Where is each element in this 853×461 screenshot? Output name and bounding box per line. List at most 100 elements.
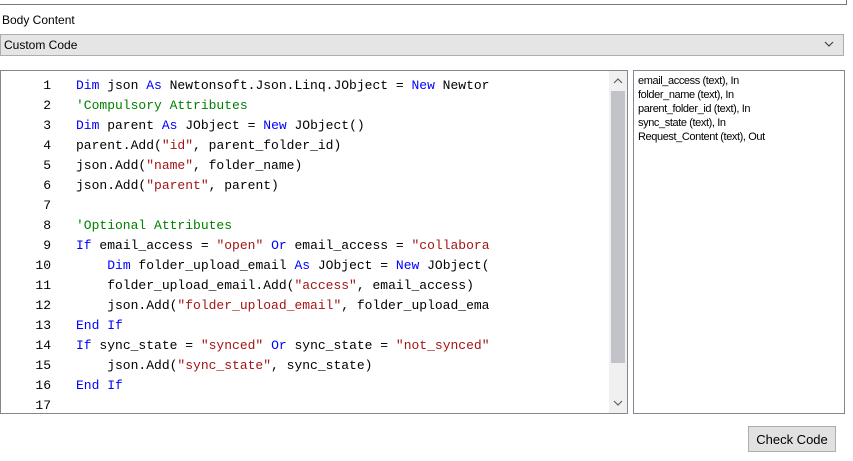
line-text: Dim json As Newtonsoft.Json.Linq.JObject… — [76, 76, 489, 96]
code-token: Dim — [107, 258, 131, 273]
code-token: "sync_state" — [177, 358, 272, 373]
line-number: 6 — [43, 178, 51, 193]
line-number: 3 — [43, 118, 51, 133]
code-token: As — [161, 118, 178, 133]
parameter-item[interactable]: email_access (text), In — [638, 74, 840, 88]
chevron-down-icon — [824, 41, 834, 47]
code-token: As — [146, 78, 162, 93]
code-token: If — [76, 338, 92, 353]
code-line: 12 json.Add("folder_upload_email", folde… — [1, 296, 609, 316]
code-editor[interactable]: 1 Dim json As Newtonsoft.Json.Linq.JObjec… — [0, 70, 628, 414]
code-token: json.Add( — [76, 298, 178, 313]
code-token: , email_access) — [356, 278, 474, 293]
line-number: 15 — [35, 358, 51, 373]
code-token: New — [411, 78, 435, 93]
code-token: , folder_upload_ema — [341, 298, 490, 313]
code-token: , sync_state) — [271, 358, 373, 373]
check-code-button[interactable]: Check Code — [748, 426, 836, 452]
code-token: New — [395, 258, 420, 273]
code-token: Dim — [76, 118, 100, 133]
line-text: json.Add("parent", parent) — [76, 176, 279, 196]
line-number: 11 — [35, 278, 51, 293]
code-token: json.Add( — [76, 158, 147, 173]
code-token: If — [76, 238, 92, 253]
parameter-item[interactable]: sync_state (text), In — [638, 116, 840, 130]
code-token: Or — [271, 238, 287, 253]
line-text: Dim folder_upload_email As JObject = New… — [76, 256, 490, 276]
code-editor-scrollbar[interactable] — [609, 71, 627, 413]
line-number: 10 — [35, 258, 51, 273]
code-token: json.Add( — [76, 178, 147, 193]
arrow-up-icon[interactable] — [612, 75, 624, 87]
arrow-down-icon[interactable] — [612, 397, 624, 409]
line-number: 1 — [43, 78, 51, 93]
code-token: JObject( — [419, 258, 490, 273]
code-token: "not_synced" — [395, 338, 490, 353]
parameter-list[interactable]: email_access (text), In folder_name (text… — [633, 70, 845, 414]
line-text: 'Optional Attributes — [76, 216, 232, 236]
code-token: New — [263, 118, 287, 133]
code-token: sync_state = — [286, 338, 396, 353]
line-number: 4 — [43, 138, 51, 153]
code-token: JObject = — [310, 258, 396, 273]
code-token: "collabora — [411, 238, 490, 253]
code-token: Dim — [76, 78, 100, 93]
code-line: 6 json.Add("parent", parent) — [1, 176, 609, 196]
line-number: 7 — [43, 198, 51, 213]
code-line: 4 parent.Add("id", parent_folder_id) — [1, 136, 609, 156]
code-line: 8 'Optional Attributes — [1, 216, 609, 236]
line-text: If sync_state = "synced" Or sync_state =… — [76, 336, 490, 356]
dropdown-selected-value: Custom Code — [4, 38, 78, 52]
code-token: "open" — [216, 238, 264, 253]
parameter-item[interactable]: Request_Content (text), Out — [638, 130, 840, 144]
line-number: 9 — [43, 238, 51, 253]
code-token: End If — [76, 378, 123, 393]
code-token: folder_upload_email — [130, 258, 295, 273]
line-text: Dim parent As JObject = New JObject() — [76, 116, 365, 136]
code-token: email_access = — [91, 238, 217, 253]
line-text: json.Add("name", folder_name) — [76, 156, 302, 176]
line-number: 16 — [35, 378, 51, 393]
code-line: 10 Dim folder_upload_email As JObject = … — [1, 256, 609, 276]
line-number: 13 — [35, 318, 51, 333]
code-line: 14 If sync_state = "synced" Or sync_state… — [1, 336, 609, 356]
parameter-item[interactable]: parent_folder_id (text), In — [638, 102, 840, 116]
code-line: 15 json.Add("sync_state", sync_state) — [1, 356, 609, 376]
code-line: 2 'Compulsory Attributes — [1, 96, 609, 116]
code-token: "id" — [161, 138, 194, 153]
code-token: "name" — [146, 158, 194, 173]
line-text: End If — [76, 376, 123, 396]
code-token: parent.Add( — [76, 138, 162, 153]
top-panel-border — [0, 0, 847, 5]
code-line: 11 folder_upload_email.Add("access", ema… — [1, 276, 609, 296]
line-text: json.Add("folder_upload_email", folder_u… — [76, 296, 489, 316]
code-token: 'Compulsory Attributes — [76, 98, 248, 113]
line-number: 5 — [43, 158, 51, 173]
code-token: "access" — [294, 278, 357, 293]
code-token: json — [99, 78, 147, 93]
line-text: If email_access = "open" Or email_access… — [76, 236, 490, 256]
code-token: Newtor — [434, 78, 490, 93]
code-line: 16 End If — [1, 376, 609, 396]
code-line: 9 If email_access = "open" Or email_acces… — [1, 236, 609, 256]
code-token: , parent) — [208, 178, 279, 193]
parameter-item[interactable]: folder_name (text), In — [638, 88, 840, 102]
line-text: folder_upload_email.Add("access", email_… — [76, 276, 474, 296]
code-token: Or — [271, 338, 287, 353]
line-number: 8 — [43, 218, 51, 233]
scrollbar-thumb[interactable] — [611, 91, 625, 363]
code-lines: 1 Dim json As Newtonsoft.Json.Linq.JObjec… — [1, 76, 609, 413]
code-token: parent — [99, 118, 162, 133]
code-token: sync_state = — [91, 338, 201, 353]
code-token: "folder_upload_email" — [177, 298, 342, 313]
body-content-dropdown[interactable]: Custom Code — [0, 34, 844, 56]
code-token: , parent_folder_id) — [193, 138, 342, 153]
code-line: 7 — [1, 196, 609, 216]
code-token: folder_upload_email.Add( — [76, 278, 295, 293]
code-line: 1 Dim json As Newtonsoft.Json.Linq.JObjec… — [1, 76, 609, 96]
code-token: 'Optional Attributes — [76, 218, 233, 233]
code-token: JObject() — [286, 118, 365, 133]
line-number: 12 — [35, 298, 51, 313]
